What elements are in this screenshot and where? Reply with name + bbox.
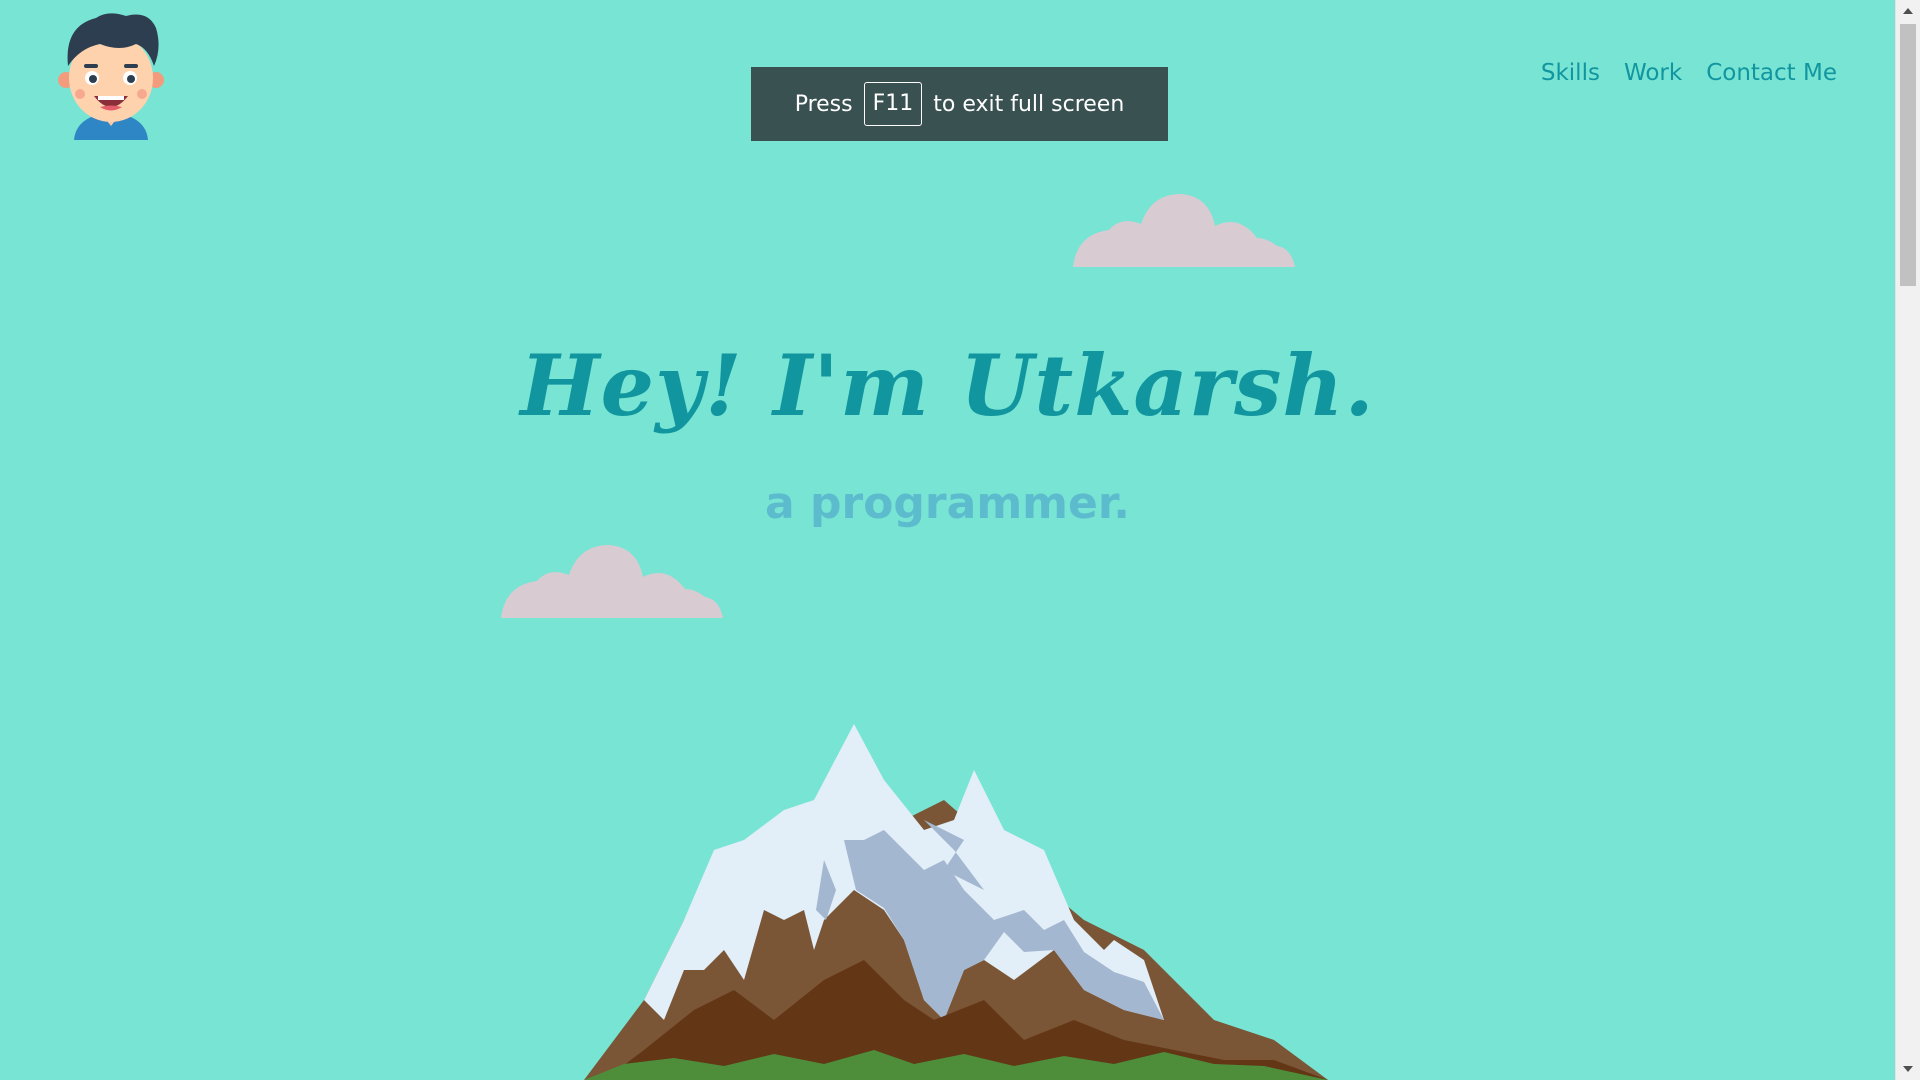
mountain-illustration [584,724,1328,1080]
top-nav: Skills Work Contact Me [1541,60,1837,86]
page: Skills Work Contact Me Press F11 to exit… [0,0,1920,1080]
scroll-up-icon[interactable] [1896,0,1920,22]
hero-subtitle: a programmer. [765,478,1130,529]
cloud-icon [501,545,723,618]
toast-suffix: to exit full screen [933,91,1125,117]
nav-contact-link[interactable]: Contact Me [1706,60,1837,86]
cloud-icon [1073,194,1295,267]
toast-key: F11 [863,82,923,126]
fullscreen-exit-toast: Press F11 to exit full screen [751,67,1168,141]
nav-skills-link[interactable]: Skills [1541,60,1600,86]
toast-prefix: Press [794,91,853,117]
nav-work-link[interactable]: Work [1624,60,1682,86]
hero-title: Hey! I'm Utkarsh. [520,336,1375,435]
scroll-down-icon[interactable] [1896,1058,1920,1080]
boy-avatar-icon[interactable] [56,8,166,140]
browser-viewport: Skills Work Contact Me Press F11 to exit… [0,0,1895,1080]
scrollbar-thumb[interactable] [1900,24,1916,286]
vertical-scrollbar[interactable] [1895,0,1920,1080]
